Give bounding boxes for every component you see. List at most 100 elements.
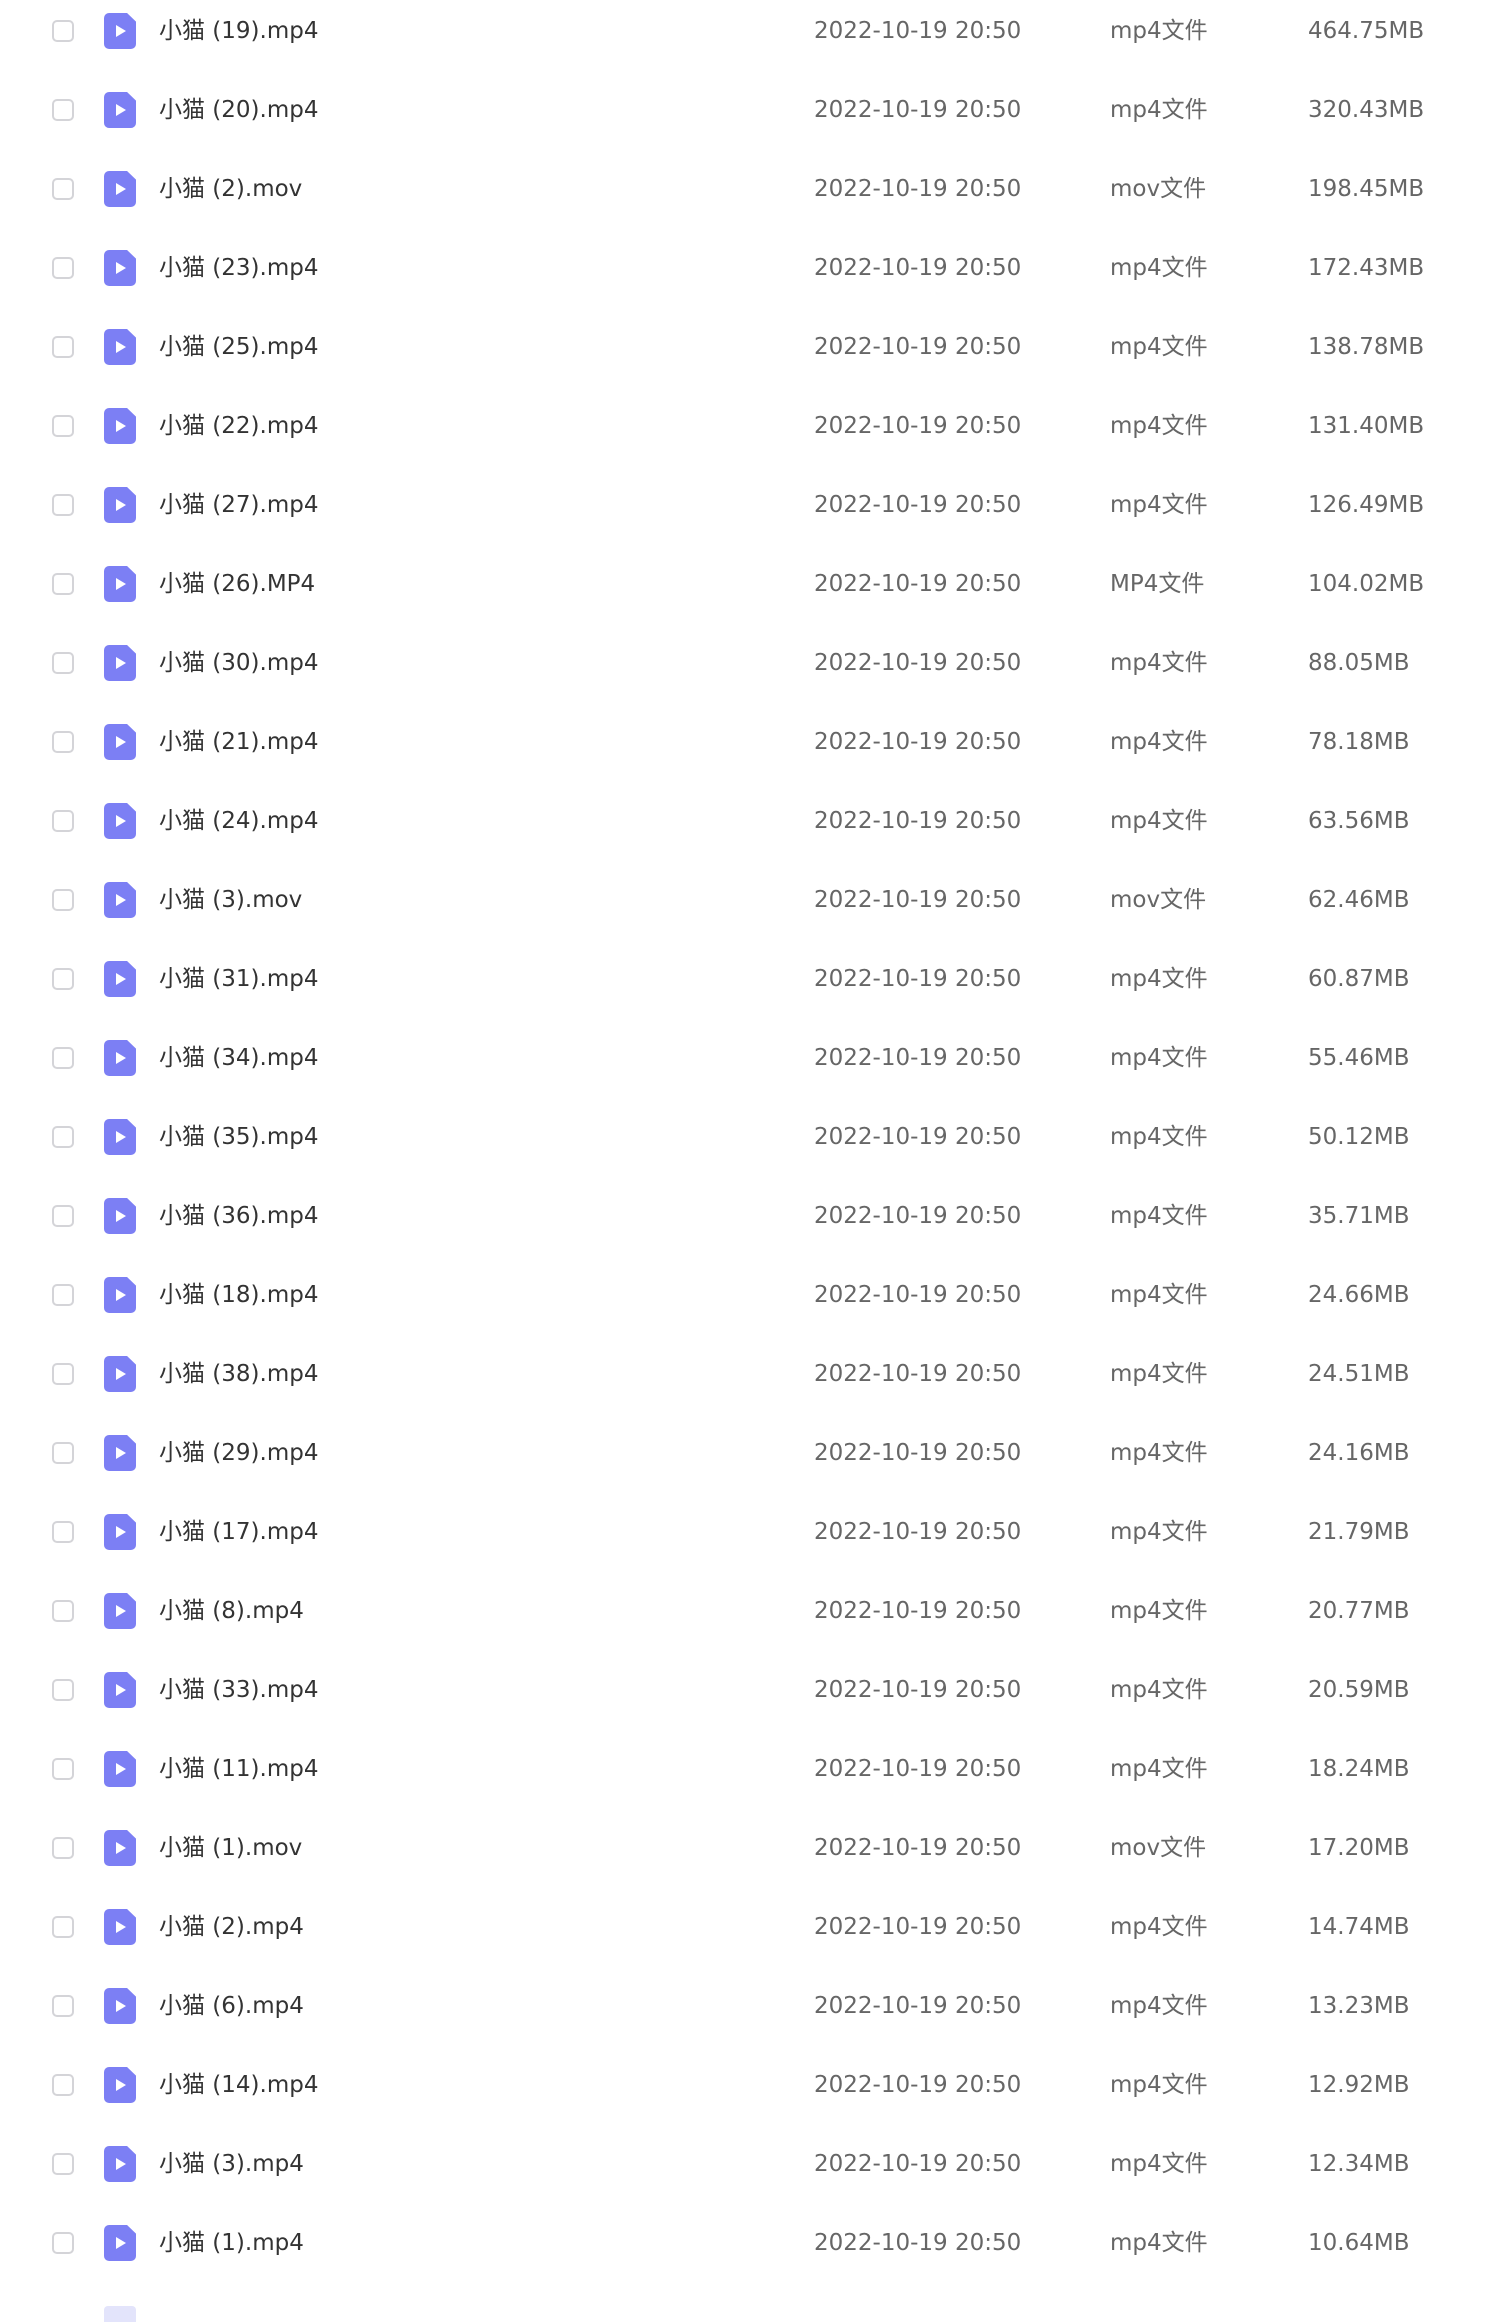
file-row[interactable]: 小猫 (29).mp4 2022-10-19 20:50 mp4文件 24.16MB xyxy=(0,1414,1500,1493)
file-row[interactable]: 小猫 (2).mp4 2022-10-19 20:50 mp4文件 14.74MB xyxy=(0,1888,1500,1967)
file-name[interactable]: 小猫 (18).mp4 xyxy=(159,1280,318,1310)
video-file-icon xyxy=(104,92,136,128)
row-checkbox[interactable] xyxy=(52,494,74,516)
row-checkbox[interactable] xyxy=(52,336,74,358)
file-row[interactable]: 小猫 (3).mp4 2022-10-19 20:50 mp4文件 12.34MB xyxy=(0,2125,1500,2204)
file-name[interactable]: 小猫 (38).mp4 xyxy=(159,1359,318,1389)
row-checkbox[interactable] xyxy=(52,20,74,42)
file-row[interactable]: 小猫 (3).mov 2022-10-19 20:50 mov文件 62.46MB xyxy=(0,861,1500,940)
file-row[interactable]: 小猫 (22).mp4 2022-10-19 20:50 mp4文件 131.40MB xyxy=(0,387,1500,466)
file-name[interactable]: 小猫 (26).MP4 xyxy=(159,569,315,599)
row-checkbox[interactable] xyxy=(52,2153,74,2175)
file-row[interactable]: 小猫 (19).mp4 2022-10-19 20:50 mp4文件 464.75MB xyxy=(0,0,1500,71)
file-modified-date: 2022-10-19 20:50 xyxy=(814,1440,1022,1466)
file-row[interactable]: 小猫 (21).mp4 2022-10-19 20:50 mp4文件 78.18MB xyxy=(0,703,1500,782)
file-type: mp4文件 xyxy=(1110,1598,1208,1624)
file-row[interactable]: 小猫 (35).mp4 2022-10-19 20:50 mp4文件 50.12MB xyxy=(0,1098,1500,1177)
file-modified-date: 2022-10-19 20:50 xyxy=(814,1203,1022,1229)
file-name[interactable]: 小猫 (31).mp4 xyxy=(159,964,318,994)
file-name[interactable]: 小猫 (24).mp4 xyxy=(159,806,318,836)
row-checkbox[interactable] xyxy=(52,573,74,595)
file-name[interactable]: 小猫 (3).mp4 xyxy=(159,2149,304,2179)
play-icon xyxy=(116,420,126,432)
file-row[interactable]: 小猫 (17).mp4 2022-10-19 20:50 mp4文件 21.79MB xyxy=(0,1493,1500,1572)
file-name[interactable]: 小猫 (29).mp4 xyxy=(159,1438,318,1468)
file-name[interactable]: 小猫 (35).mp4 xyxy=(159,1122,318,1152)
file-row[interactable]: 小猫 (25).mp4 2022-10-19 20:50 mp4文件 138.78MB xyxy=(0,308,1500,387)
file-row[interactable]: 小猫 (18).mp4 2022-10-19 20:50 mp4文件 24.66MB xyxy=(0,1256,1500,1335)
file-name[interactable]: 小猫 (34).mp4 xyxy=(159,1043,318,1073)
file-name[interactable]: 小猫 (2).mov xyxy=(159,174,302,204)
row-checkbox[interactable] xyxy=(52,1600,74,1622)
row-checkbox[interactable] xyxy=(52,1442,74,1464)
file-row[interactable]: 小猫 (30).mp4 2022-10-19 20:50 mp4文件 88.05MB xyxy=(0,624,1500,703)
file-name[interactable]: 小猫 (1).mp4 xyxy=(159,2228,304,2258)
file-row[interactable]: 小猫 (36).mp4 2022-10-19 20:50 mp4文件 35.71MB xyxy=(0,1177,1500,1256)
file-name[interactable]: 小猫 (33).mp4 xyxy=(159,1675,318,1705)
file-name[interactable]: 小猫 (17).mp4 xyxy=(159,1517,318,1547)
file-name[interactable]: 小猫 (1).mov xyxy=(159,1833,302,1863)
video-file-icon xyxy=(104,1435,136,1471)
row-checkbox[interactable] xyxy=(52,1679,74,1701)
file-name[interactable]: 小猫 (14).mp4 xyxy=(159,2070,318,2100)
row-checkbox[interactable] xyxy=(52,178,74,200)
row-checkbox[interactable] xyxy=(52,1916,74,1938)
file-row[interactable]: 小猫 (6).mp4 2022-10-19 20:50 mp4文件 13.23MB xyxy=(0,1967,1500,2046)
row-checkbox[interactable] xyxy=(52,1126,74,1148)
row-checkbox[interactable] xyxy=(52,2232,74,2254)
row-checkbox[interactable] xyxy=(52,1995,74,2017)
file-row[interactable]: 小猫 (34).mp4 2022-10-19 20:50 mp4文件 55.46MB xyxy=(0,1019,1500,1098)
row-checkbox[interactable] xyxy=(52,99,74,121)
file-row[interactable]: 小猫 (2).mov 2022-10-19 20:50 mov文件 198.45MB xyxy=(0,150,1500,229)
file-name[interactable]: 小猫 (20).mp4 xyxy=(159,95,318,125)
file-row[interactable]: 小猫 (24).mp4 2022-10-19 20:50 mp4文件 63.56MB xyxy=(0,782,1500,861)
file-row[interactable]: 小猫 (14).mp4 2022-10-19 20:50 mp4文件 12.92MB xyxy=(0,2046,1500,2125)
file-name[interactable]: 小猫 (36).mp4 xyxy=(159,1201,318,1231)
file-row[interactable]: 小猫 (20).mp4 2022-10-19 20:50 mp4文件 320.43MB xyxy=(0,71,1500,150)
file-name[interactable]: 小猫 (23).mp4 xyxy=(159,253,318,283)
row-checkbox[interactable] xyxy=(52,1363,74,1385)
file-name[interactable]: 小猫 (25).mp4 xyxy=(159,332,318,362)
file-row[interactable]: 小猫 (26).MP4 2022-10-19 20:50 MP4文件 104.02MB xyxy=(0,545,1500,624)
file-modified-date: 2022-10-19 20:50 xyxy=(814,966,1022,992)
row-checkbox[interactable] xyxy=(52,257,74,279)
file-name[interactable]: 小猫 (21).mp4 xyxy=(159,727,318,757)
file-name[interactable]: 小猫 (22).mp4 xyxy=(159,411,318,441)
file-type: mov文件 xyxy=(1110,1835,1207,1861)
file-name[interactable]: 小猫 (19).mp4 xyxy=(159,16,318,46)
file-row[interactable]: 小猫 (1).mp4 2022-10-19 20:50 mp4文件 10.64MB xyxy=(0,2204,1500,2283)
file-modified-date: 2022-10-19 20:50 xyxy=(814,1361,1022,1387)
file-name[interactable]: 小猫 (3).mov xyxy=(159,885,302,915)
file-type: mp4文件 xyxy=(1110,2072,1208,2098)
row-checkbox[interactable] xyxy=(52,415,74,437)
file-name[interactable]: 小猫 (30).mp4 xyxy=(159,648,318,678)
file-row[interactable]: 小猫 (1).mov 2022-10-19 20:50 mov文件 17.20MB xyxy=(0,1809,1500,1888)
file-row[interactable]: 小猫 (27).mp4 2022-10-19 20:50 mp4文件 126.49MB xyxy=(0,466,1500,545)
file-row[interactable]: 小猫 (38).mp4 2022-10-19 20:50 mp4文件 24.51MB xyxy=(0,1335,1500,1414)
file-name[interactable]: 小猫 (6).mp4 xyxy=(159,1991,304,2021)
row-checkbox[interactable] xyxy=(52,810,74,832)
file-name[interactable]: 小猫 (8).mp4 xyxy=(159,1596,304,1626)
row-checkbox[interactable] xyxy=(52,1205,74,1227)
row-checkbox[interactable] xyxy=(52,2074,74,2096)
file-row[interactable]: 小猫 (31).mp4 2022-10-19 20:50 mp4文件 60.87MB xyxy=(0,940,1500,1019)
file-name[interactable]: 小猫 (2).mp4 xyxy=(159,1912,304,1942)
row-checkbox[interactable] xyxy=(52,1047,74,1069)
file-name[interactable]: 小猫 (11).mp4 xyxy=(159,1754,318,1784)
row-checkbox[interactable] xyxy=(52,968,74,990)
row-checkbox[interactable] xyxy=(52,731,74,753)
file-row[interactable]: 小猫 (33).mp4 2022-10-19 20:50 mp4文件 20.59MB xyxy=(0,1651,1500,1730)
file-size: 198.45MB xyxy=(1308,176,1425,202)
row-checkbox[interactable] xyxy=(52,1758,74,1780)
row-checkbox[interactable] xyxy=(52,1837,74,1859)
play-icon xyxy=(116,341,126,353)
row-checkbox[interactable] xyxy=(52,652,74,674)
row-checkbox[interactable] xyxy=(52,889,74,911)
file-row[interactable]: 小猫 (23).mp4 2022-10-19 20:50 mp4文件 172.43MB xyxy=(0,229,1500,308)
file-name[interactable]: 小猫 (27).mp4 xyxy=(159,490,318,520)
file-type: mp4文件 xyxy=(1110,97,1208,123)
file-row[interactable]: 小猫 (8).mp4 2022-10-19 20:50 mp4文件 20.77MB xyxy=(0,1572,1500,1651)
row-checkbox[interactable] xyxy=(52,1521,74,1543)
file-row[interactable]: 小猫 (11).mp4 2022-10-19 20:50 mp4文件 18.24MB xyxy=(0,1730,1500,1809)
row-checkbox[interactable] xyxy=(52,1284,74,1306)
